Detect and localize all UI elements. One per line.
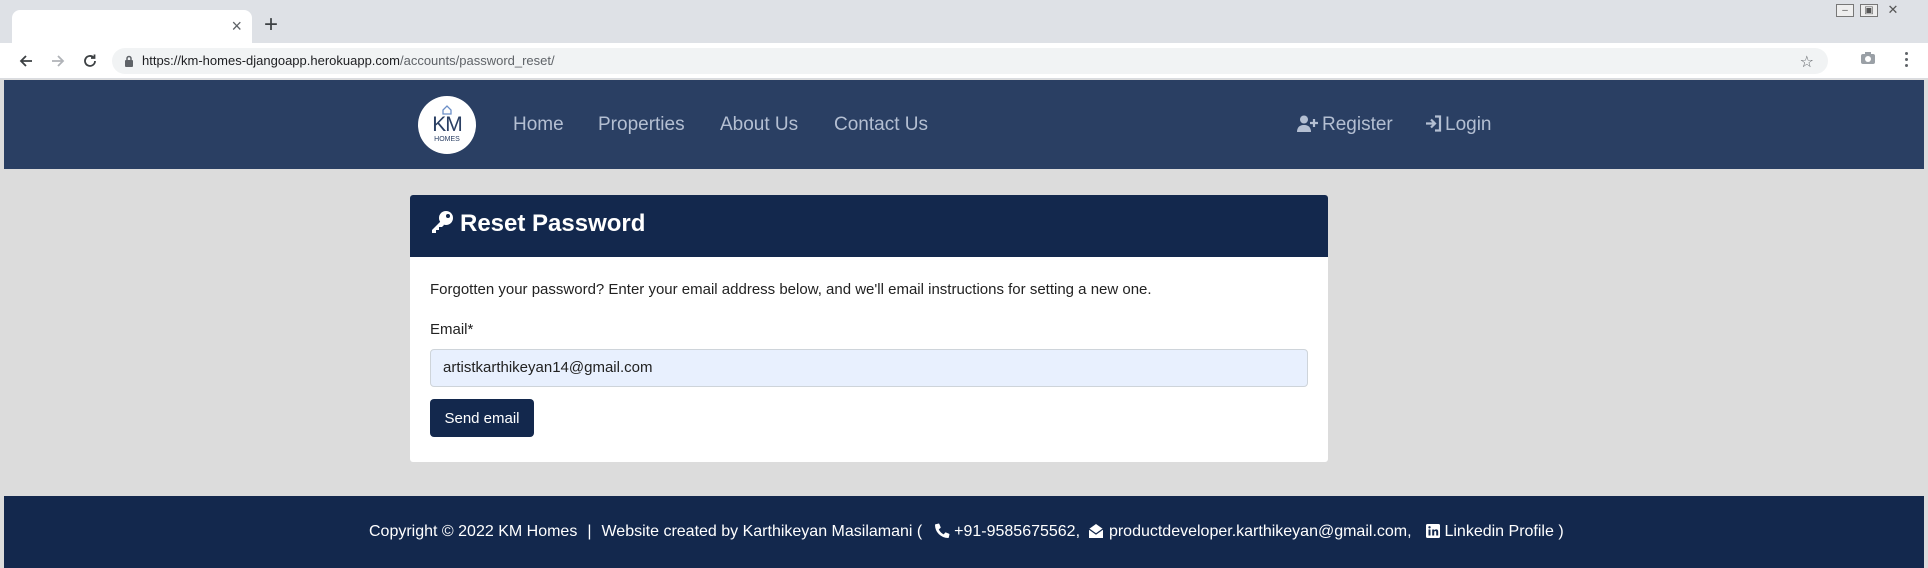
phone-icon [934,523,950,539]
nav-link-about-us[interactable]: About Us [720,114,798,136]
page-content: KM HOMES Home Properties About Us Contac… [4,80,1924,568]
site-navbar: KM HOMES Home Properties About Us Contac… [4,80,1924,169]
restore-window-button[interactable]: ▣ [1858,2,1880,18]
site-footer: Copyright © 2022 KM Homes | Website create… [4,496,1924,568]
phone-link[interactable]: +91-9585675562, [954,523,1080,540]
logo-text: KM [432,113,463,136]
browser-tab[interactable]: × [12,10,252,43]
email-field[interactable]: artistkarthikeyan14@gmail.com [430,349,1308,387]
forward-arrow-icon[interactable] [46,49,70,73]
register-label: Register [1322,114,1393,135]
browser-toolbar: https://km-homes-djangoapp.herokuapp.com… [0,43,1928,79]
nav-link-contact-us[interactable]: Contact Us [834,114,928,136]
send-email-button[interactable]: Send email [430,399,534,437]
intro-text: Forgotten your password? Enter your emai… [430,281,1152,298]
url-text: https://km-homes-djangoapp.herokuapp.com… [142,53,555,68]
footer-text: Copyright © 2022 KM Homes | Website create… [369,523,1564,541]
star-icon[interactable]: ☆ [1800,52,1814,72]
key-icon [432,211,453,233]
url-path: /accounts/password_reset/ [399,53,555,68]
login-label: Login [1445,114,1492,135]
credit-prefix: Website created by Karthikeyan Masilaman… [601,523,923,540]
browser-tabstrip: × + – ▣ ✕ [0,0,1928,43]
email-label: Email* [430,321,474,338]
back-arrow-icon[interactable] [14,49,38,73]
menu-dots-icon[interactable] [1900,49,1912,73]
page-title: Reset Password [460,210,646,237]
user-plus-icon [1297,115,1318,132]
envelope-open-icon [1089,524,1104,538]
register-link[interactable]: Register [1297,114,1393,136]
login-link[interactable]: Login [1425,114,1492,136]
address-bar[interactable]: https://km-homes-djangoapp.herokuapp.com… [112,48,1828,74]
sign-in-icon [1426,115,1442,132]
url-host: https://km-homes-djangoapp.herokuapp.com [142,53,400,68]
linkedin-icon [1426,524,1441,538]
reload-icon[interactable] [78,49,102,73]
close-window-button[interactable]: ✕ [1882,2,1904,18]
camera-icon[interactable] [1860,51,1876,65]
card-header: Reset Password [410,195,1328,257]
logo-subtext: HOMES [434,136,460,143]
footer-separator: | [587,523,592,540]
reset-password-card: Reset Password Forgotten your password? … [410,195,1328,462]
linkedin-link[interactable]: Linkedin Profile [1444,523,1553,540]
new-tab-button[interactable]: + [264,12,278,38]
tab-close-icon[interactable]: × [231,16,242,36]
minimize-window-button[interactable]: – [1834,2,1856,18]
lock-icon [125,55,133,67]
nav-link-home[interactable]: Home [513,114,564,136]
nav-link-properties[interactable]: Properties [598,114,685,136]
site-logo[interactable]: KM HOMES [418,96,476,154]
email-link[interactable]: productdeveloper.karthikeyan@gmail.com, [1109,523,1412,540]
copyright-text: Copyright © 2022 KM Homes [369,523,578,540]
credit-suffix: ) [1558,523,1564,540]
